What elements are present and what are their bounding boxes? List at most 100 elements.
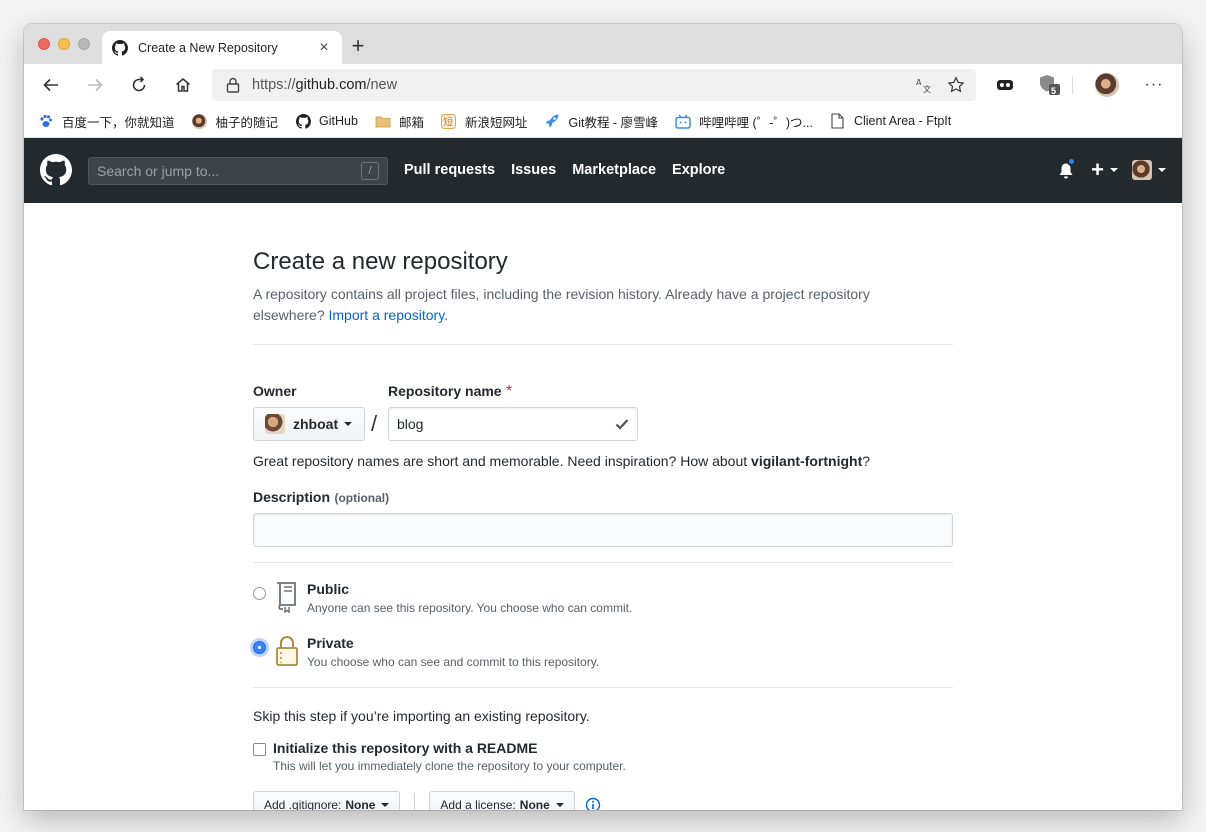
extension-mask-button[interactable] [992, 72, 1018, 98]
nav-issues[interactable]: Issues [511, 162, 556, 178]
extension-shield-button[interactable]: 5 [1036, 72, 1062, 98]
browser-menu-button[interactable]: ··· [1141, 72, 1167, 98]
repository-name-hint: Great repository names are short and mem… [253, 453, 953, 469]
options-divider [414, 793, 416, 810]
svg-text:短: 短 [443, 115, 453, 128]
github-logo-icon[interactable] [40, 154, 72, 186]
repo-book-icon [277, 582, 296, 613]
tab-create-repository[interactable]: Create a New Repository × [102, 31, 342, 64]
bookmark-label: 邮箱 [398, 115, 424, 130]
visibility-public-option[interactable]: Public Anyone can see this repository. Y… [253, 581, 632, 615]
reload-icon [132, 76, 146, 92]
paw-icon [38, 113, 54, 129]
owner-label: Owner [253, 383, 297, 399]
plus-icon: + [1091, 157, 1104, 182]
readme-description: This will let you immediately clone the … [273, 759, 626, 773]
readme-option[interactable]: Initialize this repository with a README… [253, 740, 953, 773]
close-window-button[interactable] [38, 38, 50, 50]
svg-text:文: 文 [923, 84, 931, 94]
license-dropdown[interactable]: Add a license: None [429, 791, 575, 810]
bookmark-ftpit[interactable]: Client Area - FtpIt [830, 113, 951, 129]
bookmark-bilibili[interactable]: 哔哩哔哩 (゜-゜)つ... [675, 112, 813, 131]
bookmark-label: GitHub [319, 114, 358, 128]
owner-repo-separator: / [371, 411, 378, 436]
repository-name-input[interactable]: blog [388, 407, 638, 441]
name-section: Owner zhboat / Repository name * blog Gr… [253, 345, 953, 515]
gitignore-dropdown[interactable]: Add .gitignore: None [253, 791, 401, 810]
repo-name-label: Repository name * [388, 383, 512, 401]
home-button[interactable] [170, 72, 196, 98]
url-text: https://github.com/new [252, 77, 908, 93]
readme-label: Initialize this repository with a README [273, 740, 538, 756]
github-search-input[interactable] [97, 163, 361, 179]
home-icon [176, 78, 190, 92]
nav-marketplace[interactable]: Marketplace [572, 162, 656, 178]
toolbar-divider [1072, 76, 1073, 94]
minimize-window-button[interactable] [58, 38, 70, 50]
description-input[interactable] [253, 513, 953, 547]
public-title: Public [307, 581, 350, 597]
nav-explore[interactable]: Explore [672, 162, 725, 178]
bookmark-label: Client Area - FtpIt [853, 114, 952, 128]
profile-button[interactable] [1094, 72, 1120, 98]
shield-icon [1040, 75, 1060, 95]
github-search-box: / [88, 157, 388, 185]
chevron-down-icon [555, 803, 564, 807]
avatar-icon [192, 113, 208, 129]
visibility-private-option[interactable]: Private You choose who can see and commi… [253, 635, 599, 669]
lock-icon [226, 77, 240, 93]
forward-button[interactable] [82, 72, 108, 98]
github-header: / Pull requests Issues Marketplace Explo… [24, 138, 1182, 203]
browser-window: Create a New Repository × + https://gith… [24, 24, 1182, 810]
bookmark-git-tutorial[interactable]: Git教程 - 廖雪峰 [544, 112, 658, 131]
bookmark-mail[interactable]: 邮箱 [375, 112, 424, 131]
template-options: Add .gitignore: None Add a license: None [253, 791, 953, 810]
page-subhead: A repository contains all project files,… [253, 284, 913, 326]
address-bar[interactable]: https://github.com/new A文 [212, 69, 976, 101]
notifications-button[interactable] [1057, 157, 1077, 180]
bookmark-label: Git教程 - 廖雪峰 [568, 115, 659, 130]
notification-dot [1067, 157, 1077, 166]
back-button[interactable] [38, 72, 64, 98]
translate-icon: A文 [916, 78, 931, 94]
profile-avatar [1095, 73, 1119, 97]
user-menu-dropdown[interactable] [1132, 160, 1166, 180]
arrow-left-icon [43, 78, 58, 92]
section-divider [253, 687, 953, 688]
private-radio[interactable] [253, 641, 266, 654]
owner-dropdown[interactable]: zhboat [253, 407, 365, 441]
description-label-text: Description [253, 489, 331, 505]
create-new-dropdown[interactable]: + [1091, 157, 1118, 182]
public-radio[interactable] [253, 587, 266, 600]
private-description: You choose who can see and commit to thi… [307, 655, 600, 669]
browser-toolbar: https://github.com/new A文 5 ··· [24, 64, 1182, 105]
skip-step-note: Skip this step if you’re importing an ex… [253, 708, 590, 724]
zoom-window-button[interactable] [78, 38, 90, 50]
new-tab-button[interactable]: + [346, 33, 370, 59]
favorite-button[interactable] [940, 69, 972, 101]
chevron-down-icon [381, 803, 390, 807]
reload-button[interactable] [126, 72, 152, 98]
translate-button[interactable]: A文 [908, 69, 940, 101]
bookmark-blog[interactable]: 柚子的随记 [192, 112, 278, 131]
bookmark-short-url[interactable]: 短 新浪短网址 [441, 112, 528, 131]
mask-icon [997, 80, 1013, 90]
bookmark-github[interactable]: GitHub [295, 113, 358, 129]
readme-checkbox[interactable] [253, 743, 266, 756]
search-shortcut-key: / [361, 162, 379, 180]
tab-close-icon[interactable]: × [316, 39, 332, 57]
required-asterisk: * [506, 383, 513, 400]
user-avatar [1132, 160, 1152, 180]
tab-title: Create a New Repository [138, 40, 278, 55]
license-value: None [519, 798, 550, 810]
repo-name-label-text: Repository name [388, 383, 502, 399]
check-icon [615, 419, 629, 430]
page-icon [830, 113, 846, 129]
nav-pull-requests[interactable]: Pull requests [404, 162, 495, 178]
bookmark-baidu[interactable]: 百度一下，你就知道 [38, 112, 175, 131]
short-url-icon: 短 [441, 113, 457, 129]
bookmark-label: 新浪短网址 [464, 115, 528, 130]
info-icon[interactable] [585, 797, 601, 810]
name-suggestion[interactable]: vigilant-fortnight [751, 453, 862, 469]
import-repository-link[interactable]: Import a repository. [329, 307, 449, 323]
